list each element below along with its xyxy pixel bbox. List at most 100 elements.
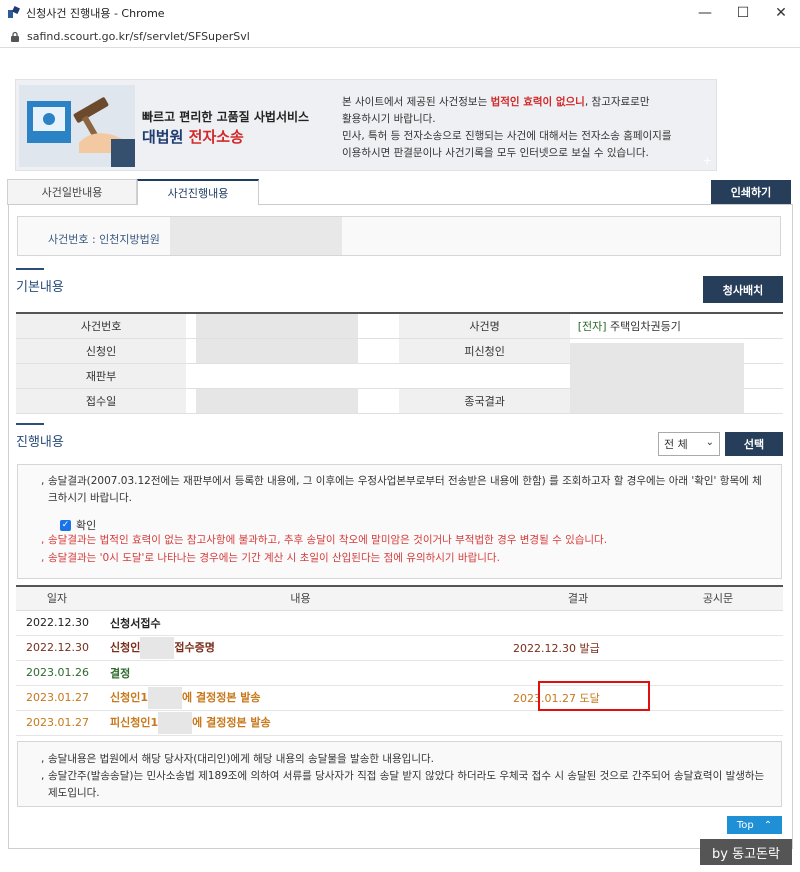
redacted-block <box>196 388 359 413</box>
info-value <box>569 363 783 389</box>
progress-table: 일자 내용 결과 공시문 2022.12.30 신청서접수 2022.12.30… <box>16 585 783 736</box>
checkbox-checked-icon[interactable]: ✓ <box>60 519 71 531</box>
progress-row: 2022.12.30 신청인 접수증명 2022.12.30 발급 <box>16 635 783 661</box>
notice-line: , 송달결과(2007.03.12전에는 재판부에서 등록한 내용에, 그 이후에… <box>41 475 762 504</box>
window-titlebar: 신청사건 진행내용 - Chrome — ☐ ✕ <box>0 0 800 26</box>
banner-plus-icon[interactable]: + <box>703 154 712 167</box>
footer-line: , 송달간주(발송송달)는 민사소송법 제189조에 의하여 서류를 당사자가 직… <box>41 770 765 799</box>
progress-row: 2023.01.27 피신청인1 에 결정정본 발송 <box>16 710 783 736</box>
row-content: 신청인 접수증명 <box>98 635 503 661</box>
case-number-label: 사건번호 : 인천지방법원 <box>48 233 160 246</box>
col-notice: 공시문 <box>653 586 783 611</box>
progress-row: 2023.01.26 결정 <box>16 660 783 686</box>
redacted-block <box>569 388 744 413</box>
brand-court: 대법원 <box>142 128 184 146</box>
basic-heading: 기본내용 <box>16 280 64 295</box>
info-header <box>399 363 570 389</box>
redacted-block <box>569 363 744 389</box>
banner-notice-1b: , 참고자료로만 <box>584 96 650 108</box>
address-bar[interactable]: safind.scourt.go.kr/sf/servlet/SFSuperSv… <box>0 26 800 48</box>
banner-notice-3: 민사, 특허 등 전자소송으로 진행되는 사건에 대해서는 전자소송 홈페이지를 <box>342 130 672 142</box>
row-content-a: 피신청인1 <box>110 715 159 729</box>
print-button[interactable]: 인쇄하기 <box>711 180 791 204</box>
banner-brand: 대법원 전자소송 <box>142 126 244 147</box>
top-button[interactable]: Top ⌃ <box>727 816 782 834</box>
scourt-app-icon <box>6 5 22 21</box>
info-value <box>569 338 783 365</box>
tab-general[interactable]: 사건일반내용 <box>7 179 137 205</box>
maximize-button[interactable]: ☐ <box>724 0 762 26</box>
url-text[interactable]: safind.scourt.go.kr/sf/servlet/SFSuperSv… <box>27 30 250 43</box>
chevron-up-icon: ⌃ <box>763 819 773 831</box>
minimize-button[interactable]: — <box>686 0 724 26</box>
col-result: 결과 <box>503 586 653 611</box>
footer-note-1: 송달내용은 법원에서 해당 당사자(대리인)에게 해당 내용의 송달물을 발송한… <box>48 753 434 765</box>
footer-note-2: 송달간주(발송송달)는 민사소송법 제189조에 의하여 서류를 당사자가 직접… <box>48 770 765 799</box>
row-notice <box>653 660 783 686</box>
row-content-b: 에 결정정본 발송 <box>192 715 271 729</box>
notice-line: , 송달결과는 법적인 효력이 없는 참고사항에 불과하고, 추후 송달이 착오에… <box>41 534 608 546</box>
row-result <box>503 710 653 736</box>
redacted-block <box>569 342 744 365</box>
footer-line: , 송달내용은 법원에서 해당 당사자(대리인)에게 해당 내용의 송달물을 발송… <box>41 753 434 765</box>
section-bar <box>16 268 44 270</box>
highlight-box <box>538 681 650 711</box>
info-header: 접수일 <box>16 388 187 414</box>
notice-line: , 송달결과는 '0시 도달'로 나타나는 경우에는 기간 계산 시 초일이 산입… <box>41 552 500 564</box>
redacted-block <box>170 217 342 255</box>
redacted-block <box>196 314 359 338</box>
info-value <box>186 313 400 339</box>
info-row: 사건번호 사건명 [전자] 주택임차권등기 <box>16 313 783 339</box>
progress-heading: 진행내용 <box>16 435 64 450</box>
banner-notice-warning: 법적인 효력이 없으니 <box>490 96 585 108</box>
notice-text-2: 송달결과는 법적인 효력이 없는 참고사항에 불과하고, 추후 송달이 착오에 … <box>48 534 608 546</box>
tab-bar: 사건일반내용 사건진행내용 <box>7 179 259 205</box>
banner-notice-4: 이용하시면 판결문이나 사건기록을 모두 인터넷으로 보실 수 있습니다. <box>342 147 649 159</box>
select-button[interactable]: 선택 <box>725 432 783 456</box>
footer-notice-box: , 송달내용은 법원에서 해당 당사자(대리인)에게 해당 내용의 송달물을 발송… <box>17 741 782 807</box>
info-row: 신청인 피신청인 <box>16 338 783 365</box>
row-notice <box>653 710 783 736</box>
row-content: 신청인1 에 결정정본 발송 <box>98 685 503 711</box>
row-result: 2022.12.30 발급 <box>503 635 653 661</box>
info-header: 피신청인 <box>399 338 570 364</box>
info-header: 재판부 <box>16 363 187 389</box>
row-date: 2023.01.27 <box>16 685 98 711</box>
confirm-checkbox[interactable]: ✓ 확인 <box>60 517 96 533</box>
filter-select[interactable]: 전 체 ⌄ <box>658 432 720 456</box>
brand-ecourt: 전자소송 <box>188 128 244 146</box>
info-value <box>186 363 400 389</box>
row-notice <box>653 635 783 661</box>
info-header: 신청인 <box>16 338 187 364</box>
confirm-label: 확인 <box>76 519 97 532</box>
row-content-a: 신청서접수 <box>110 616 161 630</box>
ecourt-banner[interactable]: 빠르고 편리한 고품질 사법서비스 대법원 전자소송 본 사이트에서 제공된 사… <box>15 79 717 171</box>
row-notice <box>653 685 783 711</box>
close-button[interactable]: ✕ <box>762 0 800 26</box>
tab-progress[interactable]: 사건진행내용 <box>137 179 259 205</box>
info-value: [전자] 주택임차권등기 <box>569 313 783 339</box>
row-content-b: 접수증명 <box>174 640 215 654</box>
col-content: 내용 <box>98 586 503 611</box>
row-content-a: 결정 <box>110 666 131 680</box>
lock-icon <box>11 31 19 42</box>
info-value <box>186 338 400 364</box>
redacted-block <box>196 338 359 363</box>
section-bar <box>16 423 44 425</box>
info-row: 재판부 <box>16 363 783 389</box>
banner-notice-2: 활용하시기 바랍니다. <box>342 113 436 125</box>
progress-row: 2023.01.27 신청인1 에 결정정본 발송 2023.01.27 도달 <box>16 685 783 711</box>
courthouse-map-button[interactable]: 청사배치 <box>703 276 783 303</box>
info-header: 종국결과 <box>399 388 570 414</box>
row-date: 2022.12.30 <box>16 635 98 661</box>
info-row: 접수일 종국결과 <box>16 388 783 414</box>
redacted-block <box>140 636 175 659</box>
case-number-box: 사건번호 : 인천지방법원 <box>17 216 781 256</box>
row-content-b: 에 결정정본 발송 <box>182 690 261 704</box>
row-notice <box>653 610 783 636</box>
redacted-block <box>158 711 193 734</box>
notice-text-3: 송달결과는 '0시 도달'로 나타나는 경우에는 기간 계산 시 초일이 산입된… <box>48 552 500 564</box>
basic-info-table: 사건번호 사건명 [전자] 주택임차권등기 신청인 피신청인 재판부 접수일 종… <box>16 312 783 414</box>
row-content: 피신청인1 에 결정정본 발송 <box>98 710 503 736</box>
row-date: 2023.01.27 <box>16 710 98 736</box>
